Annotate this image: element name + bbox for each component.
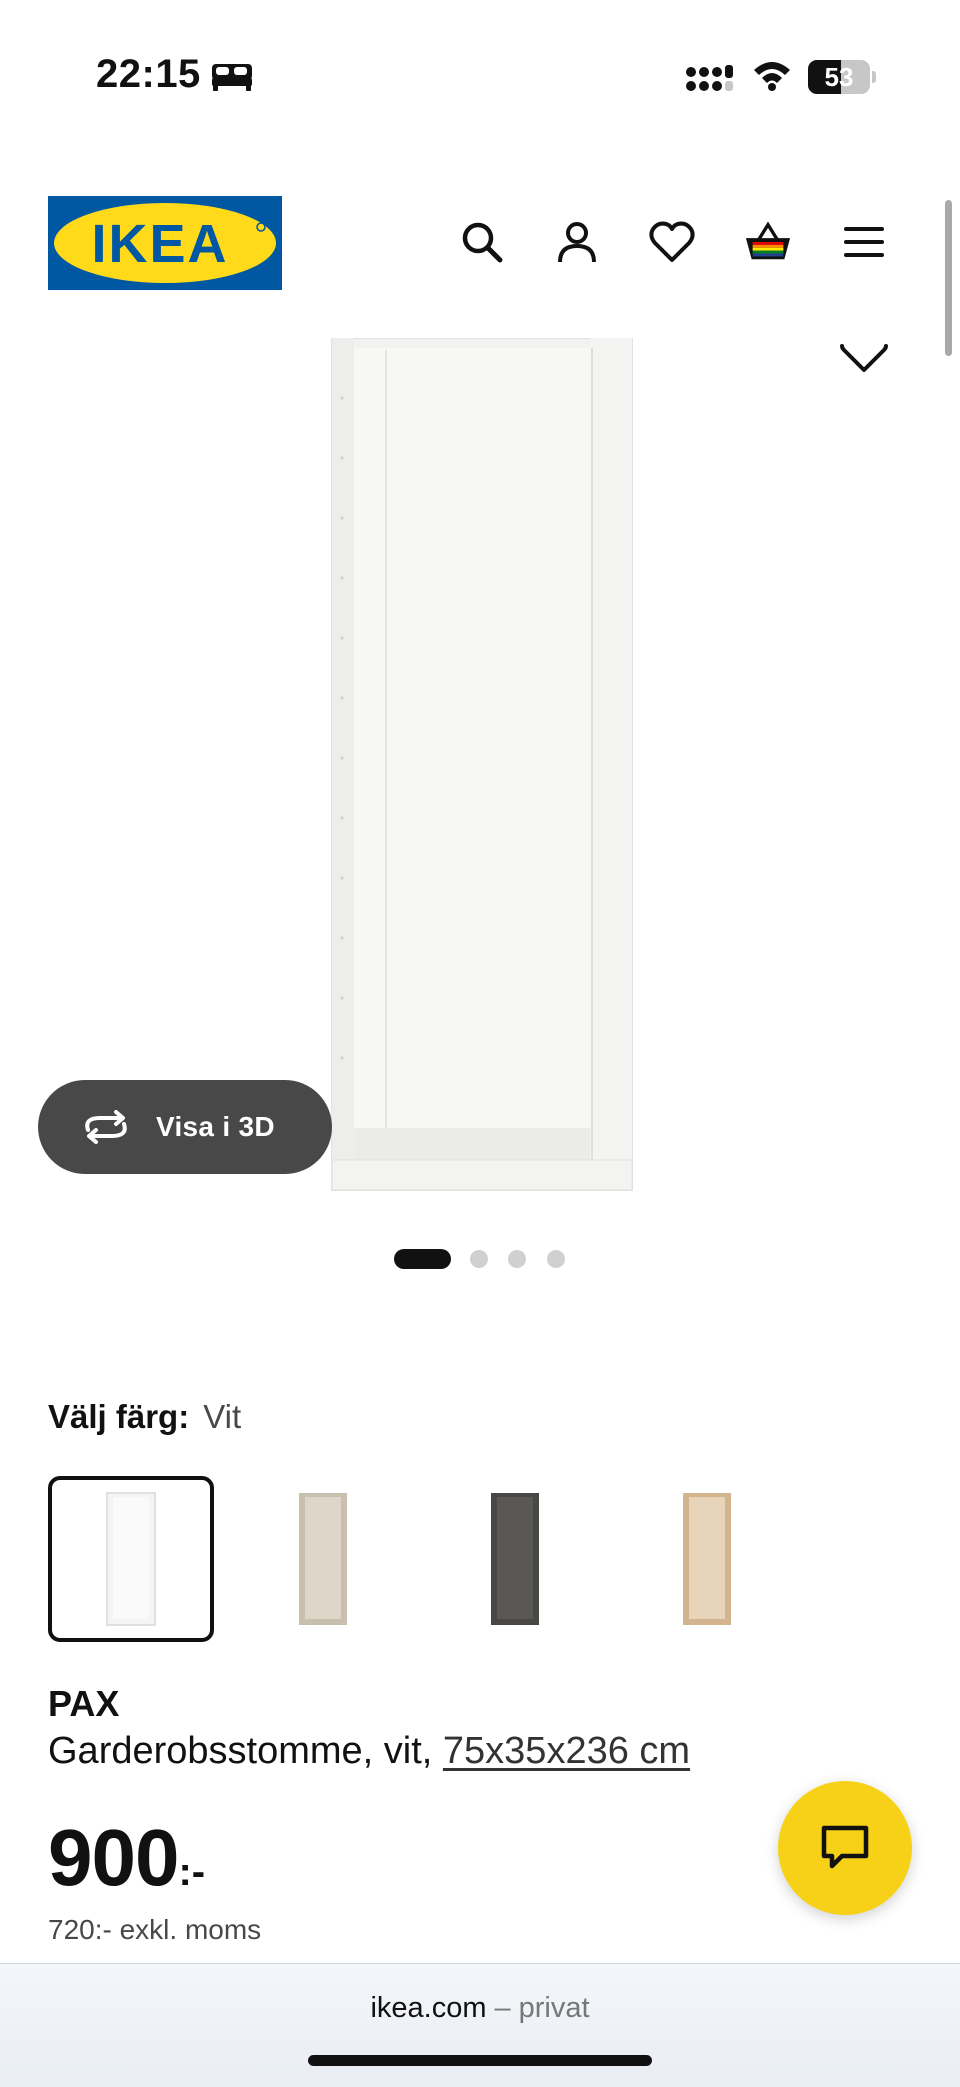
basket-icon bbox=[745, 221, 791, 260]
favourites-button[interactable] bbox=[648, 218, 696, 266]
color-swatch-dark-grey[interactable] bbox=[432, 1476, 598, 1642]
menu-icon bbox=[844, 227, 884, 257]
menu-button[interactable] bbox=[840, 218, 888, 266]
pagination-dot[interactable] bbox=[508, 1250, 526, 1268]
color-swatch-white[interactable] bbox=[48, 1476, 214, 1642]
search-icon bbox=[462, 222, 503, 263]
svg-text:IKEA: IKEA bbox=[91, 214, 228, 274]
view-in-3d-label: Visa i 3D bbox=[156, 1111, 275, 1142]
color-swatch-oak[interactable] bbox=[624, 1476, 790, 1642]
pagination-dot[interactable] bbox=[470, 1250, 488, 1268]
url-separator: – bbox=[494, 1992, 511, 2024]
view-in-3d-button[interactable]: Visa i 3D bbox=[38, 1080, 332, 1174]
chat-button[interactable] bbox=[778, 1781, 912, 1915]
price-suffix: :- bbox=[178, 1850, 206, 1894]
bed-icon bbox=[212, 64, 252, 91]
heart-icon bbox=[649, 221, 695, 262]
product-type: Garderobsstomme, vit, bbox=[48, 1730, 433, 1772]
private-mode-label: privat bbox=[518, 1992, 590, 2024]
color-selector-heading: Välj färg: Vit bbox=[48, 1398, 241, 1436]
add-to-favourites-icon[interactable] bbox=[836, 338, 892, 378]
color-label: Välj färg: bbox=[48, 1398, 190, 1435]
swatch-image bbox=[683, 1493, 731, 1625]
swatch-image bbox=[299, 1493, 347, 1625]
product-image[interactable] bbox=[320, 338, 640, 1198]
rotate-3d-icon bbox=[85, 1110, 127, 1144]
swatch-image bbox=[106, 1492, 156, 1626]
url-domain: ikea.com bbox=[370, 1992, 487, 2024]
chat-icon bbox=[821, 1825, 869, 1869]
wifi-icon bbox=[754, 62, 790, 91]
ikea-logo[interactable]: IKEA bbox=[48, 196, 282, 290]
status-bar: 22:15 53 bbox=[0, 0, 960, 160]
basket-button[interactable] bbox=[744, 218, 792, 266]
browser-address-bar[interactable]: ikea.com – privat bbox=[0, 1963, 960, 2087]
product-description: Garderobsstomme, vit, 75x35x236 cm bbox=[48, 1730, 690, 1773]
gallery-pagination bbox=[0, 1249, 960, 1271]
battery-icon: 53 bbox=[808, 60, 876, 94]
price-excl-vat: 720:- exkl. moms bbox=[48, 1914, 262, 1945]
product-size-link[interactable]: 75x35x236 cm bbox=[443, 1730, 690, 1772]
selected-color: Vit bbox=[203, 1398, 242, 1435]
account-icon bbox=[558, 222, 596, 263]
cellular-signal-icon bbox=[686, 65, 733, 91]
account-button[interactable] bbox=[553, 218, 601, 266]
product-price: 900:- bbox=[48, 1812, 205, 1904]
swatch-image bbox=[491, 1493, 539, 1625]
address-bar-url[interactable]: ikea.com – privat bbox=[0, 1992, 960, 2025]
battery-level: 53 bbox=[824, 62, 854, 92]
pagination-dot-active[interactable] bbox=[394, 1249, 451, 1269]
color-swatch-beige[interactable] bbox=[240, 1476, 406, 1642]
price-value: 900 bbox=[48, 1813, 179, 1902]
search-button[interactable] bbox=[458, 218, 506, 266]
home-indicator[interactable] bbox=[308, 2055, 652, 2066]
pagination-dot[interactable] bbox=[547, 1250, 565, 1268]
site-header: IKEA bbox=[0, 190, 960, 300]
page-scrollbar[interactable] bbox=[945, 200, 952, 356]
status-time: 22:15 bbox=[96, 52, 201, 96]
product-name: PAX bbox=[48, 1683, 120, 1724]
